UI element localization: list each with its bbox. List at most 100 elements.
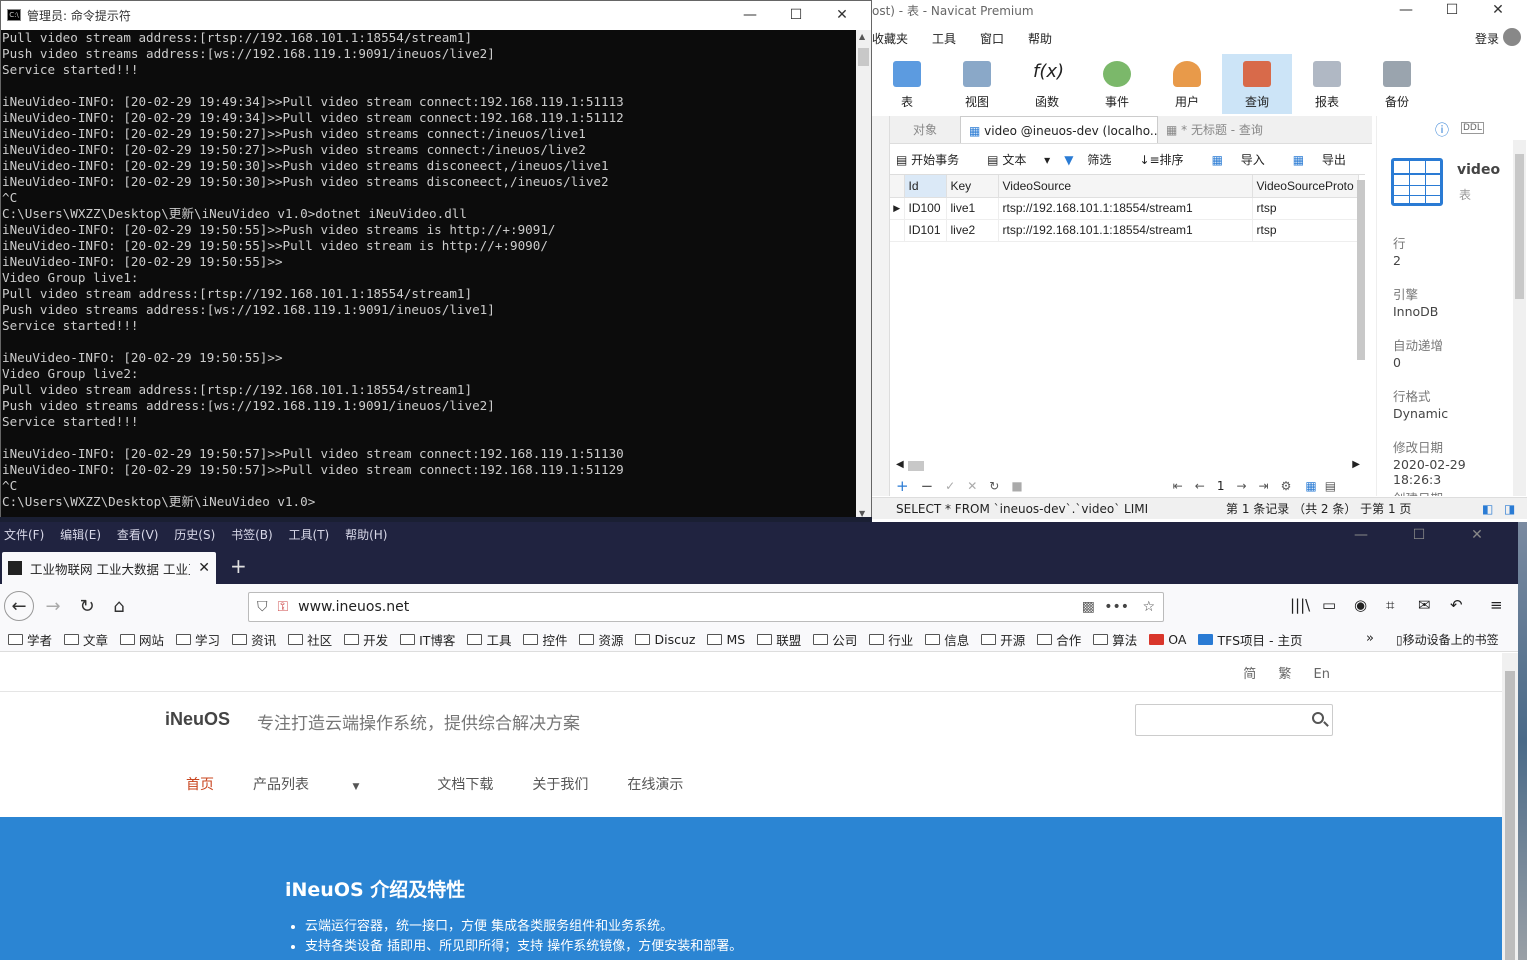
table-row[interactable]: ID101 live2 rtsp://192.168.101.1:18554/s… <box>890 219 1359 242</box>
shield-icon[interactable]: ⛉ <box>257 599 268 615</box>
user-avatar-icon[interactable] <box>1503 28 1521 46</box>
menu-bookmarks[interactable]: 书签(B) <box>231 528 273 542</box>
bookmark-item[interactable]: 控件 <box>523 630 567 649</box>
scroll-up-icon[interactable]: ▲ <box>859 32 865 41</box>
menu-file[interactable]: 文件(F) <box>4 528 44 542</box>
back-icon[interactable]: ← <box>4 591 34 621</box>
settings-gear-icon[interactable]: ⚙ <box>1281 479 1292 493</box>
delete-record-icon[interactable]: − <box>921 477 934 495</box>
info-icon[interactable]: ⓘ <box>1435 120 1449 140</box>
ddl-icon[interactable]: DDL <box>1461 122 1484 134</box>
tab-video-table[interactable]: ▦ video @ineuos-dev (localho... <box>960 116 1158 143</box>
screenshot-icon[interactable]: ⌗ <box>1386 596 1394 614</box>
nav-downloads[interactable]: 文档下载 <box>437 774 493 794</box>
scroll-thumb[interactable] <box>1515 154 1524 299</box>
table-row[interactable]: ▶ ID100 live1 rtsp://192.168.101.1:18554… <box>890 197 1359 220</box>
page-number[interactable]: 1 <box>1217 479 1225 493</box>
text-button[interactable]: ▤ 文本 ▾ <box>987 149 1050 171</box>
column-header-videosourceproto[interactable]: VideoSourceProto <box>1252 175 1359 198</box>
home-icon[interactable]: ⌂ <box>104 591 134 621</box>
bookmark-star-icon[interactable]: ☆ <box>1142 599 1155 615</box>
page-scrollbar[interactable] <box>1502 653 1518 960</box>
export-button[interactable]: ▦ 导出 <box>1293 149 1360 171</box>
bookmark-item[interactable]: 合作 <box>1037 630 1081 649</box>
begin-transaction-button[interactable]: ▤ 开始事务 <box>896 149 973 171</box>
first-page-icon[interactable]: ⇤ <box>1173 479 1183 493</box>
maximize-button[interactable]: ☐ <box>1429 0 1475 24</box>
scroll-left-icon[interactable]: ◀ <box>896 459 904 470</box>
column-header-key[interactable]: Key <box>946 175 999 198</box>
tab-objects[interactable]: 对象 <box>890 116 960 143</box>
column-header-videosource[interactable]: VideoSource <box>998 175 1253 198</box>
add-record-icon[interactable]: + <box>896 477 909 495</box>
hamburger-menu-icon[interactable]: ≡ <box>1490 596 1503 614</box>
grid-view-icon[interactable]: ▦ <box>1305 479 1316 493</box>
new-tab-icon[interactable]: + <box>230 554 247 578</box>
lang-traditional[interactable]: 繁 <box>1278 667 1291 682</box>
stop-icon[interactable]: ■ <box>1011 479 1022 493</box>
bookmarks-overflow-icon[interactable]: » <box>1366 631 1374 646</box>
column-header-id[interactable]: Id <box>904 175 947 198</box>
apply-icon[interactable]: ✓ <box>945 479 955 493</box>
cell-key[interactable]: live1 <box>946 197 999 220</box>
reload-icon[interactable]: ↻ <box>72 591 102 621</box>
bookmark-item[interactable]: TFS项目 - 主页 <box>1198 630 1302 649</box>
toolbar-query-button[interactable]: 查询 <box>1222 54 1292 114</box>
bookmark-item[interactable]: Discuz <box>635 632 695 647</box>
menu-view[interactable]: 查看(V) <box>117 528 159 542</box>
minimize-button[interactable]: — <box>1338 522 1384 548</box>
bookmark-item[interactable]: 文章 <box>64 630 108 649</box>
last-page-icon[interactable]: ⇥ <box>1259 479 1269 493</box>
menu-tools[interactable]: 工具 <box>932 28 968 50</box>
panel-toggle-icon[interactable]: ◧ <box>1482 498 1493 520</box>
bookmark-item[interactable]: 资讯 <box>232 630 276 649</box>
cell-videosource[interactable]: rtsp://192.168.101.1:18554/stream1 <box>998 197 1253 220</box>
nav-products[interactable]: 产品列表 ▼ <box>253 774 398 794</box>
mobile-bookmarks[interactable]: ▯移动设备上的书签 <box>1396 631 1499 648</box>
address-bar[interactable]: ⛉ ⚿ www.ineuos.net ▩ ••• ☆ <box>248 592 1164 622</box>
toolbar-view-button[interactable]: 视图 <box>942 54 1012 114</box>
bookmark-item[interactable]: OA <box>1149 632 1186 647</box>
site-search-input[interactable] <box>1135 704 1333 736</box>
menu-favorites[interactable]: 收藏夹 <box>872 28 920 50</box>
bookmark-item[interactable]: 开源 <box>981 630 1025 649</box>
toolbar-user-button[interactable]: 用户 <box>1152 54 1222 114</box>
scroll-right-icon[interactable]: ▶ <box>1352 459 1360 470</box>
undo-icon[interactable]: ↶ <box>1450 596 1463 614</box>
page-actions-icon[interactable]: ••• <box>1104 599 1129 615</box>
console-scrollbar[interactable]: ▲ ▼ <box>856 30 871 520</box>
sidebar-icon[interactable]: ▭ <box>1322 596 1336 614</box>
bookmark-item[interactable]: 社区 <box>288 630 332 649</box>
bookmark-item[interactable]: 学习 <box>176 630 220 649</box>
bookmark-item[interactable]: 联盟 <box>757 630 801 649</box>
site-logo[interactable]: iNeuOS <box>165 709 230 730</box>
toolbar-table-button[interactable]: 表 <box>872 54 942 114</box>
cell-videosource[interactable]: rtsp://192.168.101.1:18554/stream1 <box>998 219 1253 242</box>
close-button[interactable]: ✕ <box>819 1 865 29</box>
cell-protocol[interactable]: rtsp <box>1252 197 1359 220</box>
scroll-thumb[interactable] <box>1505 671 1515 960</box>
cell-key[interactable]: live2 <box>946 219 999 242</box>
account-icon[interactable]: ◉ <box>1354 596 1367 614</box>
refresh-icon[interactable]: ↻ <box>989 479 999 493</box>
lang-english[interactable]: En <box>1314 667 1330 682</box>
maximize-button[interactable]: ☐ <box>1396 522 1442 548</box>
close-button[interactable]: ✕ <box>1475 0 1521 24</box>
import-button[interactable]: ▦ 导入 <box>1212 149 1279 171</box>
nav-about[interactable]: 关于我们 <box>532 774 588 794</box>
filter-button[interactable]: ▼ 筛选 <box>1064 149 1125 171</box>
browser-tab[interactable]: 工业物联网 工业大数据 工业互 ✕ <box>2 552 216 584</box>
nav-home[interactable]: 首页 <box>186 774 214 794</box>
bookmark-item[interactable]: 学者 <box>8 630 52 649</box>
lang-simplified[interactable]: 简 <box>1243 667 1256 682</box>
qr-code-icon[interactable]: ▩ <box>1082 599 1095 615</box>
maximize-button[interactable]: ☐ <box>773 1 819 29</box>
discard-icon[interactable]: ✕ <box>967 479 977 493</box>
grid-horizontal-scrollbar[interactable]: ◀ ▶ <box>896 459 1366 473</box>
insecure-lock-icon[interactable]: ⚿ <box>278 599 289 615</box>
bookmark-item[interactable]: 算法 <box>1093 630 1137 649</box>
cell-id[interactable]: ID100 <box>904 197 947 220</box>
panel-toggle-right-icon[interactable]: ◨ <box>1504 498 1515 520</box>
bookmark-item[interactable]: 公司 <box>813 630 857 649</box>
bookmark-item[interactable]: MS <box>707 632 745 647</box>
